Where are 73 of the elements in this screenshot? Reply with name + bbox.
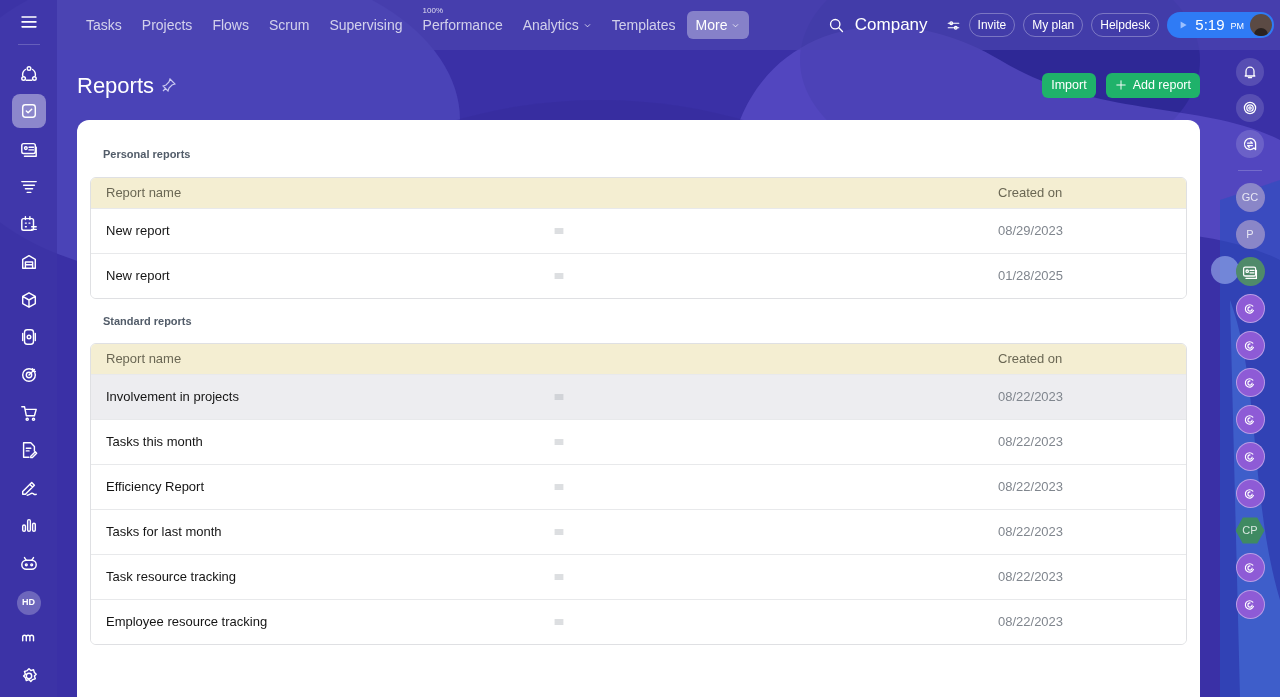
report-name[interactable]: Task resource tracking [106, 567, 554, 587]
section-title: Personal reports [102, 147, 192, 162]
cart-icon[interactable] [19, 403, 38, 422]
nodes-icon[interactable] [19, 64, 38, 83]
nav-tab[interactable]: Projects [132, 11, 202, 39]
spiral-icon [1243, 449, 1257, 464]
garage-icon[interactable] [19, 252, 38, 271]
created-date: 08/22/2023 [998, 568, 1064, 587]
bell-icon[interactable] [1242, 64, 1258, 80]
avatar-icon[interactable] [1250, 14, 1272, 36]
calendar-icon[interactable] [19, 215, 38, 234]
target-icon[interactable] [19, 365, 38, 384]
drag-handle-icon[interactable] [554, 482, 564, 492]
column-header: Created on [998, 350, 1063, 369]
report-name[interactable]: Involvement in projects [106, 387, 554, 407]
checkbox-icon[interactable] [19, 102, 38, 121]
user-avatar[interactable]: HD [16, 590, 41, 615]
percent-label: 100% [422, 5, 443, 17]
pin-icon[interactable] [162, 78, 177, 92]
drag-handle-icon[interactable] [554, 617, 564, 627]
spiral-icon [1243, 338, 1257, 353]
nav-tab[interactable]: Templates [602, 11, 685, 39]
report-name[interactable]: Tasks for last month [106, 522, 554, 542]
box-icon[interactable] [19, 290, 38, 309]
created-date: 08/22/2023 [998, 388, 1064, 407]
bar-chart-icon[interactable] [19, 516, 38, 535]
nav-tab[interactable]: Analytics [513, 11, 601, 39]
spiral-icon [1243, 301, 1257, 316]
spiral-icon [1243, 486, 1257, 501]
spiral-icon [1243, 375, 1257, 390]
report-row[interactable]: New report 01/28/2025 [91, 252, 1186, 298]
timer-button[interactable]: 5:19 PM [1167, 12, 1274, 38]
drag-handle-icon[interactable] [554, 572, 564, 582]
spiral-icon [1243, 412, 1257, 427]
search-icon[interactable] [827, 16, 845, 34]
spiral-icon[interactable] [1242, 100, 1258, 116]
drag-handle-icon[interactable] [554, 437, 564, 447]
report-name[interactable]: New report [106, 265, 554, 286]
spiral-icon [1243, 597, 1257, 612]
report-name[interactable]: Efficiency Report [106, 477, 554, 497]
phone-icon[interactable] [19, 328, 38, 347]
report-name[interactable]: Employee resource tracking [106, 612, 554, 632]
created-date: 08/22/2023 [998, 523, 1064, 542]
report-row[interactable]: Involvement in projects 08/22/2023 [91, 374, 1186, 419]
drag-handle-icon[interactable] [554, 225, 564, 236]
clock-time: 5:19 [1195, 14, 1225, 35]
nav-tab[interactable]: Flows [203, 11, 258, 39]
spiral-icon [1243, 560, 1257, 575]
report-row[interactable]: Employee resource tracking 08/22/2023 [91, 599, 1186, 644]
chat-icon[interactable] [1242, 136, 1258, 152]
company-name[interactable]: Company [854, 12, 928, 38]
page-title: Reports [77, 71, 155, 100]
robot-icon[interactable] [19, 554, 38, 573]
column-header: Report name [106, 350, 183, 369]
created-date: 08/29/2023 [998, 221, 1064, 240]
report-name[interactable]: New report [106, 220, 554, 241]
drag-handle-icon[interactable] [554, 527, 564, 537]
nav-tab[interactable]: More [686, 11, 750, 39]
created-date: 01/28/2025 [998, 266, 1064, 285]
column-header: Report name [106, 183, 183, 202]
column-header: Created on [998, 183, 1063, 202]
created-date: 08/22/2023 [998, 478, 1064, 497]
created-date: 08/22/2023 [998, 433, 1064, 452]
clock-period: PM [1230, 19, 1244, 33]
nav-tab[interactable]: Scrum [259, 11, 319, 39]
created-date: 08/22/2023 [998, 613, 1064, 632]
section-title: Standard reports [102, 313, 193, 329]
drag-handle-icon[interactable] [554, 392, 564, 402]
sidebar-item[interactable] [11, 94, 46, 129]
drag-handle-icon[interactable] [554, 270, 564, 281]
nav-tab[interactable]: Tasks [77, 11, 131, 39]
nav-tab[interactable]: Supervising [320, 11, 412, 39]
report-name[interactable]: Tasks this month [106, 432, 554, 452]
